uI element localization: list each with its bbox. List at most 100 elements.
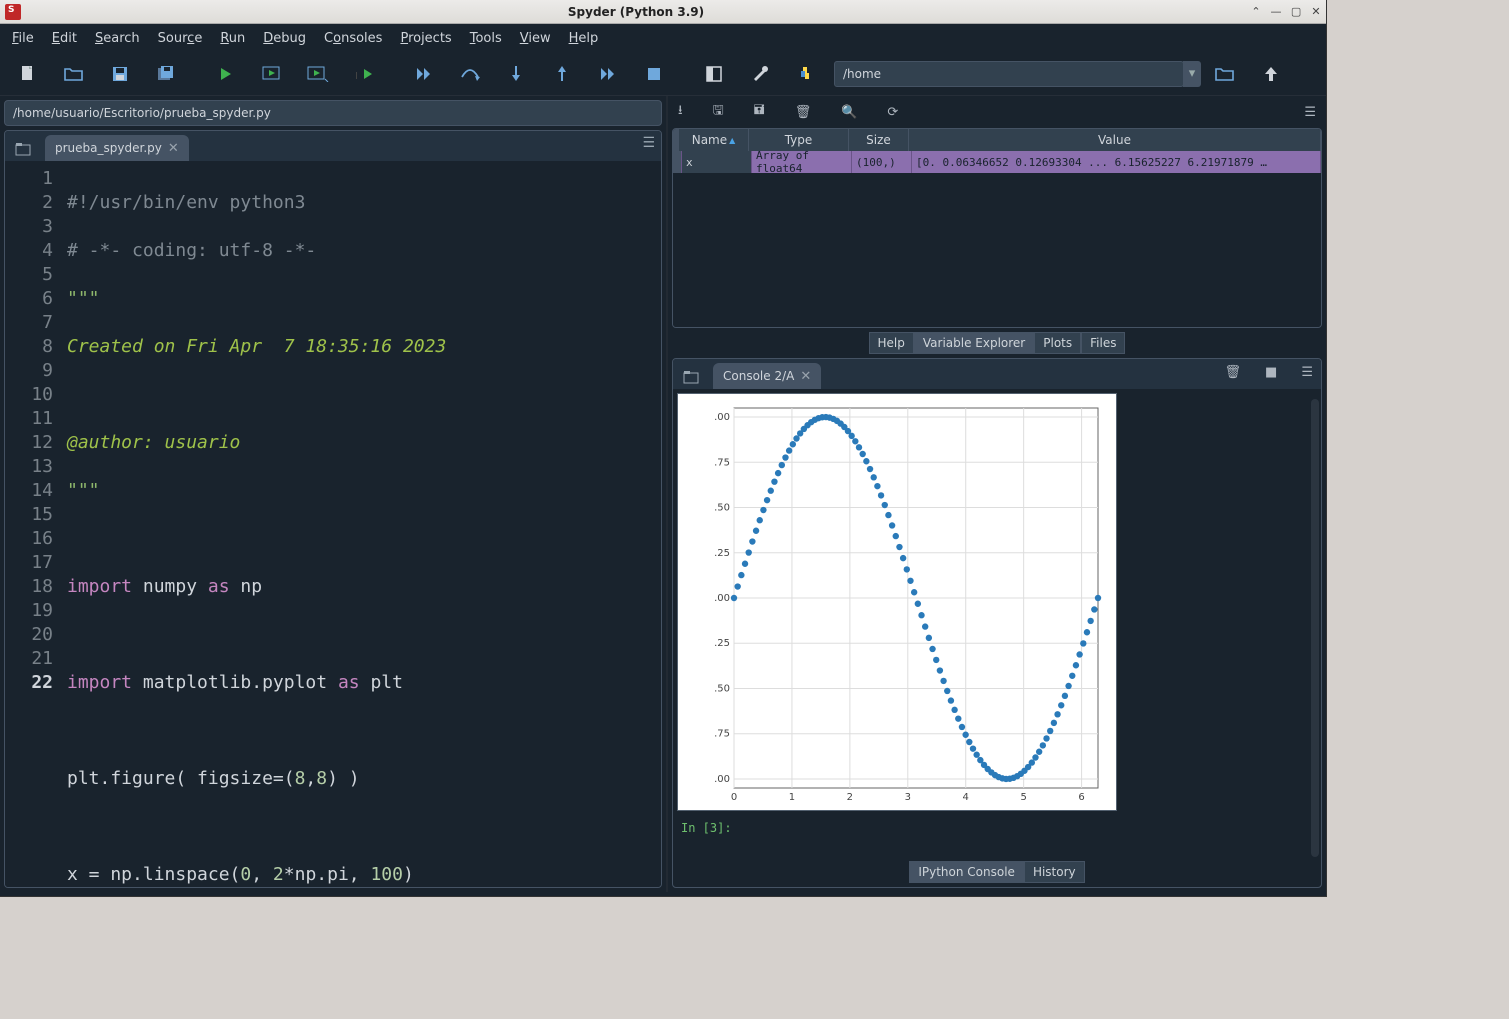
step-over-button[interactable] xyxy=(448,56,492,92)
browse-cwd-button[interactable] xyxy=(1203,56,1247,92)
stop-debug-button[interactable] xyxy=(632,56,676,92)
tab-ipython-console[interactable]: IPython Console xyxy=(909,861,1024,883)
continue-button[interactable] xyxy=(586,56,630,92)
step-out-button[interactable] xyxy=(540,56,584,92)
svg-text:0.25: 0.25 xyxy=(714,548,730,559)
svg-text:1.00: 1.00 xyxy=(714,412,730,423)
svg-text:0: 0 xyxy=(731,792,737,802)
col-size[interactable]: Size xyxy=(849,129,909,151)
run-cell-advance-button[interactable] xyxy=(296,56,340,92)
close-console-icon[interactable]: ✕ xyxy=(800,369,811,384)
svg-text:0.75: 0.75 xyxy=(714,457,730,468)
editor-tab-row: prueba_spyder.py ✕ ☰ xyxy=(5,131,661,161)
new-file-button[interactable] xyxy=(6,56,50,92)
console-tab[interactable]: Console 2/A ✕ xyxy=(713,363,821,389)
editor-pane: /home/usuario/Escritorio/prueba_spyder.p… xyxy=(0,96,668,892)
cwd-input[interactable]: /home xyxy=(834,61,1184,87)
col-value[interactable]: Value xyxy=(909,129,1321,151)
console-scrollbar[interactable] xyxy=(1311,399,1319,857)
menu-search[interactable]: Search xyxy=(87,27,148,50)
console-options-icon[interactable]: ☰ xyxy=(1301,365,1313,380)
varexp-toolbar: ⭳ 🖫 🖬 🗑 🔍 ⟳ ☰ xyxy=(668,96,1326,128)
svg-text:-0.25: -0.25 xyxy=(714,638,730,649)
editor-options-icon[interactable]: ☰ xyxy=(642,135,655,151)
svg-text:-0.75: -0.75 xyxy=(714,729,730,740)
sine-scatter-svg: 0123456-1.00-0.75-0.50-0.250.000.250.500… xyxy=(714,404,1108,802)
run-selection-button[interactable]: I xyxy=(342,56,386,92)
import-data-icon[interactable]: ⭳ xyxy=(678,101,683,123)
spyder-logo-icon xyxy=(5,4,21,20)
close-button[interactable]: ✕ xyxy=(1306,5,1326,18)
menu-help[interactable]: Help xyxy=(561,27,607,50)
tab-help[interactable]: Help xyxy=(869,332,914,354)
menu-debug[interactable]: Debug xyxy=(255,27,314,50)
svg-text:5: 5 xyxy=(1020,792,1026,802)
menu-run[interactable]: Run xyxy=(212,27,253,50)
browse-consoles-icon[interactable] xyxy=(679,365,703,389)
cwd-dropdown[interactable]: ▾ xyxy=(1183,61,1201,87)
browse-tabs-icon[interactable] xyxy=(11,137,35,161)
console-output[interactable]: 0123456-1.00-0.75-0.50-0.250.000.250.500… xyxy=(673,389,1321,857)
col-type[interactable]: Type xyxy=(749,129,849,151)
stop-console-icon[interactable]: ■ xyxy=(1265,365,1277,380)
save-data-as-icon[interactable]: 🖬 xyxy=(754,101,765,123)
menu-edit[interactable]: Edit xyxy=(44,27,85,50)
svg-text:0.50: 0.50 xyxy=(714,503,730,514)
console-pane: Console 2/A ✕ 🗑 ■ ☰ 0123456-1.00-0.75-0.… xyxy=(672,358,1322,888)
python-path-button[interactable] xyxy=(784,56,828,92)
svg-text:4: 4 xyxy=(963,792,969,802)
preferences-button[interactable] xyxy=(738,56,782,92)
col-name[interactable]: Name▲ xyxy=(679,129,749,151)
titlebar: Spyder (Python 3.9) ⌃ — ▢ ✕ xyxy=(0,0,1326,24)
close-tab-icon[interactable]: ✕ xyxy=(168,141,179,156)
menu-source[interactable]: Source xyxy=(150,27,211,50)
save-data-icon[interactable]: 🖫 xyxy=(713,101,724,123)
run-button[interactable] xyxy=(204,56,248,92)
menu-projects[interactable]: Projects xyxy=(392,27,459,50)
svg-text:0.00: 0.00 xyxy=(714,593,730,604)
varexp-header-row: Name▲ Type Size Value xyxy=(673,129,1321,151)
svg-text:2: 2 xyxy=(847,792,853,802)
svg-text:3: 3 xyxy=(905,792,911,802)
tab-files[interactable]: Files xyxy=(1081,332,1125,354)
delete-var-icon[interactable]: 🗑 xyxy=(795,105,812,120)
refresh-var-icon[interactable]: ⟳ xyxy=(887,105,898,120)
tab-history[interactable]: History xyxy=(1024,861,1085,883)
tab-plots[interactable]: Plots xyxy=(1034,332,1081,354)
inline-plot: 0123456-1.00-0.75-0.50-0.250.000.250.500… xyxy=(677,393,1117,811)
rollup-button[interactable]: ⌃ xyxy=(1246,5,1266,18)
varexp-options-icon[interactable]: ☰ xyxy=(1304,105,1316,120)
window-title: Spyder (Python 3.9) xyxy=(568,5,704,19)
parent-dir-button[interactable] xyxy=(1249,56,1293,92)
svg-text:-0.50: -0.50 xyxy=(714,683,730,694)
delete-console-icon[interactable]: 🗑 xyxy=(1225,365,1242,380)
menu-consoles[interactable]: Consoles xyxy=(316,27,390,50)
maximize-button[interactable]: ▢ xyxy=(1286,5,1306,18)
console-tab-label: Console 2/A xyxy=(723,369,794,383)
menu-view[interactable]: View xyxy=(512,27,559,50)
run-cell-button[interactable] xyxy=(250,56,294,92)
save-button[interactable] xyxy=(98,56,142,92)
step-into-button[interactable] xyxy=(494,56,538,92)
varexp-pane-tabs: Help Variable Explorer Plots Files xyxy=(668,332,1326,354)
editor-tab[interactable]: prueba_spyder.py ✕ xyxy=(45,135,189,161)
save-all-button[interactable] xyxy=(144,56,188,92)
console-prompt[interactable]: In [3]: xyxy=(673,815,1321,841)
svg-text:1: 1 xyxy=(789,792,795,802)
file-path-breadcrumb: /home/usuario/Escritorio/prueba_spyder.p… xyxy=(4,100,662,126)
code-editor[interactable]: 12345678910111213141516171819202122 #!/u… xyxy=(5,161,661,887)
svg-text:6: 6 xyxy=(1078,792,1084,802)
search-var-icon[interactable]: 🔍 xyxy=(841,105,857,120)
line-number-gutter: 12345678910111213141516171819202122 xyxy=(5,161,63,887)
minimize-button[interactable]: — xyxy=(1266,5,1286,18)
right-column: ⭳ 🖫 🖬 🗑 🔍 ⟳ ☰ Name▲ Type Size Value xyxy=(668,96,1326,892)
debug-button[interactable] xyxy=(402,56,446,92)
tab-variable-explorer[interactable]: Variable Explorer xyxy=(914,332,1034,354)
menu-file[interactable]: File xyxy=(4,27,42,50)
code-area[interactable]: #!/usr/bin/env python3 # -*- coding: utf… xyxy=(63,161,661,887)
menubar: File Edit Search Source Run Debug Consol… xyxy=(0,24,1326,52)
variable-row-x[interactable]: x Array of float64 (100,) [0. 0.06346652… xyxy=(673,151,1321,173)
menu-tools[interactable]: Tools xyxy=(462,27,510,50)
open-file-button[interactable] xyxy=(52,56,96,92)
max-pane-button[interactable] xyxy=(692,56,736,92)
